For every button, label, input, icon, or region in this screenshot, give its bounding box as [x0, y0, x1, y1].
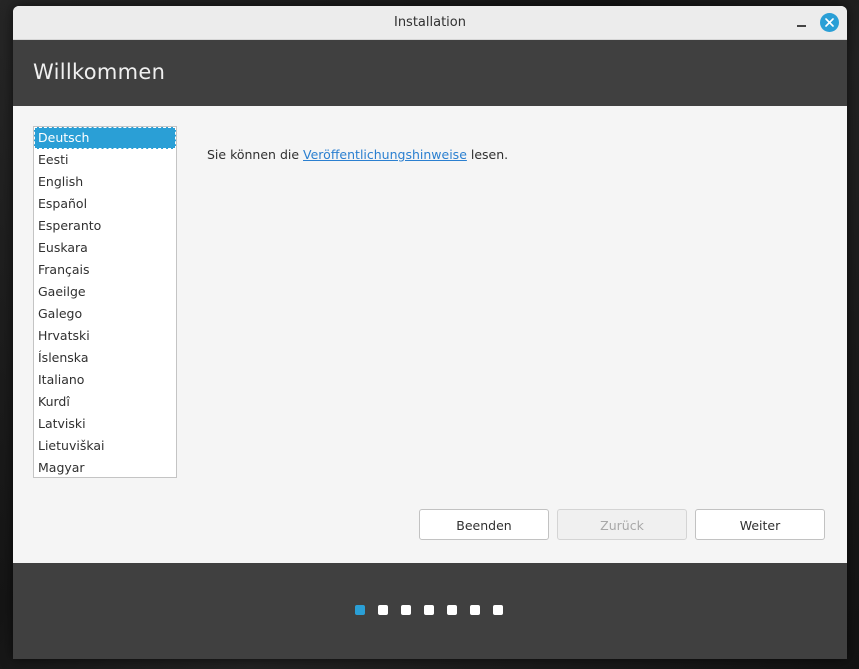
release-notes-prefix: Sie können die [207, 147, 300, 162]
step-dot [447, 605, 457, 615]
language-list[interactable]: Deutsch Eesti English Español Esperanto Euska… [33, 126, 177, 478]
main-content: Deutsch Eesti English Español Esperanto Euska… [13, 106, 847, 563]
language-item[interactable]: Hrvatski [34, 325, 176, 347]
release-notes-suffix: lesen. [470, 147, 509, 162]
quit-button[interactable]: Beenden [419, 509, 549, 540]
language-item[interactable]: Íslenska [34, 347, 176, 369]
language-item[interactable]: Latviski [34, 413, 176, 435]
language-item[interactable]: Deutsch [34, 127, 176, 149]
language-item[interactable]: Magyar [34, 457, 176, 477]
step-dot [493, 605, 503, 615]
step-dot [401, 605, 411, 615]
step-dot [355, 605, 365, 615]
window-title: Installation [393, 15, 466, 30]
language-item[interactable]: Gaeilge [34, 281, 176, 303]
language-item[interactable]: Euskara [34, 237, 176, 259]
minimize-icon[interactable] [792, 14, 810, 32]
page-header: Willkommen [13, 40, 847, 106]
step-dot [424, 605, 434, 615]
language-item[interactable]: Galego [34, 303, 176, 325]
titlebar: Installation [13, 6, 847, 40]
step-dot [470, 605, 480, 615]
language-item[interactable]: Eesti [34, 149, 176, 171]
language-item[interactable]: Français [34, 259, 176, 281]
language-item[interactable]: Kurdî [34, 391, 176, 413]
language-item[interactable]: Esperanto [34, 215, 176, 237]
language-item[interactable]: Lietuviškai [34, 435, 176, 457]
back-button: Zurück [557, 509, 687, 540]
close-icon[interactable] [820, 13, 839, 32]
page-title: Willkommen [33, 60, 166, 84]
release-notes-link[interactable]: Veröffentlichungshinweise [303, 147, 467, 162]
progress-footer [13, 563, 847, 659]
next-button[interactable]: Weiter [695, 509, 825, 540]
installer-window: Installation Willkommen Deutsch Eesti Engl… [13, 6, 847, 659]
release-notes-text: Sie können die Veröffentlichungshinweise… [207, 147, 508, 162]
language-item[interactable]: Español [34, 193, 176, 215]
language-item[interactable]: English [34, 171, 176, 193]
step-dot [378, 605, 388, 615]
language-item[interactable]: Italiano [34, 369, 176, 391]
